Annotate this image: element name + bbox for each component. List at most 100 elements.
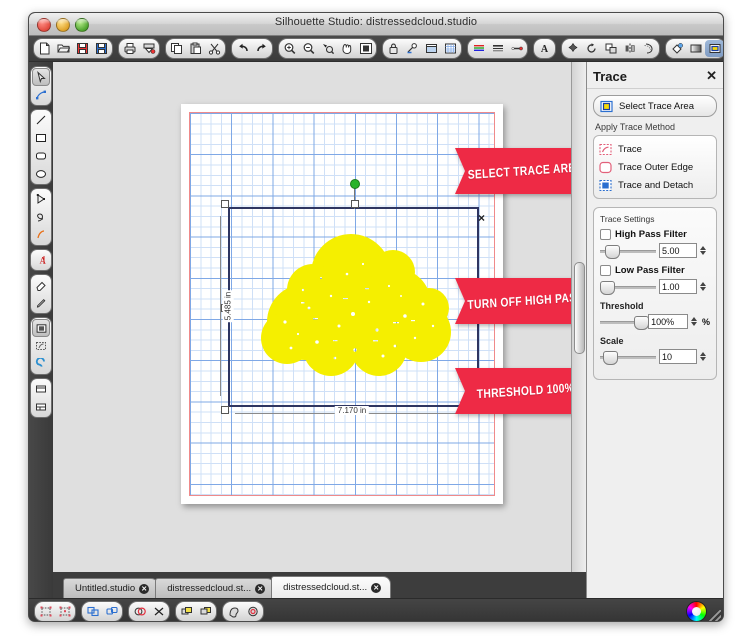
rotate-icon[interactable] — [582, 40, 601, 57]
high-pass-filter-control[interactable]: 5.00 — [600, 243, 710, 259]
trace-tool-icon[interactable] — [32, 337, 50, 355]
line-color-icon[interactable] — [469, 40, 488, 57]
line-thickness-icon[interactable] — [507, 40, 526, 57]
freehand-tool-icon[interactable] — [32, 226, 50, 244]
knife-tool-icon[interactable] — [32, 294, 50, 312]
scale-slider[interactable] — [600, 350, 656, 365]
redo-arrow-icon[interactable] — [252, 40, 271, 57]
edit-points-icon[interactable] — [32, 86, 50, 104]
fill-shape-icon[interactable] — [224, 603, 243, 620]
grid-settings-icon[interactable] — [441, 40, 460, 57]
selection-bounding-box[interactable]: × — [221, 179, 485, 414]
offset-tool-icon[interactable] — [32, 319, 50, 337]
text-style-icon[interactable]: A — [535, 40, 554, 57]
select-arrow-icon[interactable] — [32, 68, 50, 86]
eraser-tool-icon[interactable] — [32, 276, 50, 294]
paste-icon[interactable] — [186, 40, 205, 57]
mirror-icon[interactable] — [620, 40, 639, 57]
rotate-handle[interactable] — [349, 179, 360, 189]
high-pass-filter-slider[interactable] — [600, 244, 656, 259]
align-icon[interactable] — [601, 40, 620, 57]
bring-forward-icon[interactable] — [177, 603, 196, 620]
ellipse-tool-icon[interactable] — [32, 165, 50, 183]
low-pass-filter-slider[interactable] — [600, 280, 656, 295]
rounded-rect-tool-icon[interactable] — [32, 147, 50, 165]
high-pass-filter-value[interactable]: 5.00 — [659, 243, 697, 258]
lock-icon[interactable] — [384, 40, 403, 57]
trace-method-trace[interactable]: Trace — [599, 140, 711, 158]
ungroup-icon[interactable] — [55, 603, 74, 620]
resize-handle-tc[interactable] — [350, 200, 359, 208]
polygon-tool-icon[interactable] — [32, 190, 50, 208]
high-pass-filter-checkbox[interactable] — [600, 229, 611, 240]
threshold-slider[interactable] — [600, 315, 649, 330]
new-document-icon[interactable] — [35, 40, 54, 57]
cut-page-icon[interactable] — [139, 40, 158, 57]
release-compound-path-icon[interactable] — [102, 603, 121, 620]
resize-handle-bl[interactable] — [221, 406, 229, 414]
cut-settings-icon[interactable] — [403, 40, 422, 57]
gradient-fill-icon[interactable] — [686, 40, 705, 57]
scale-stepper[interactable] — [700, 352, 706, 361]
low-pass-filter-stepper[interactable] — [700, 282, 706, 291]
offset-icon[interactable] — [639, 40, 658, 57]
document-tab-distressedcloud-1[interactable]: distressedcloud.st... ✕ — [155, 578, 276, 598]
make-compound-path-icon[interactable] — [83, 603, 102, 620]
close-panel-icon[interactable]: ✕ — [706, 68, 717, 84]
close-tab-icon[interactable]: ✕ — [139, 583, 150, 594]
subtract-icon[interactable] — [149, 603, 168, 620]
page-tool-icon[interactable] — [32, 380, 50, 398]
layers-tool-icon[interactable] — [32, 398, 50, 416]
weld-icon[interactable] — [130, 603, 149, 620]
save-disk-icon[interactable] — [73, 40, 92, 57]
trace-method-detach[interactable]: Trace and Detach — [599, 176, 711, 194]
deselect-marker[interactable]: × — [478, 211, 485, 225]
text-tool-icon[interactable]: A — [32, 251, 50, 269]
scale-value[interactable]: 10 — [659, 349, 697, 364]
close-tab-icon[interactable]: ✕ — [255, 583, 266, 594]
threshold-value[interactable]: 100% — [648, 314, 688, 329]
zoom-out-icon[interactable] — [299, 40, 318, 57]
line-style-icon[interactable] — [488, 40, 507, 57]
rectangle-tool-icon[interactable] — [32, 129, 50, 147]
fit-page-icon[interactable] — [356, 40, 375, 57]
scrollbar-thumb[interactable] — [574, 262, 585, 354]
group-icon[interactable] — [36, 603, 55, 620]
sketch-tool-icon[interactable] — [32, 355, 50, 373]
line-tool-icon[interactable] — [32, 111, 50, 129]
high-pass-filter-row[interactable]: High Pass Filter — [600, 229, 710, 240]
low-pass-filter-value[interactable]: 1.00 — [659, 279, 697, 294]
resize-handle-tl[interactable] — [221, 200, 229, 208]
open-folder-icon[interactable] — [54, 40, 73, 57]
color-wheel-icon[interactable] — [686, 601, 707, 621]
trace-method-outer-edge[interactable]: Trace Outer Edge — [599, 158, 711, 176]
zoom-in-icon[interactable] — [280, 40, 299, 57]
high-pass-filter-stepper[interactable] — [700, 246, 706, 255]
canvas-vertical-scrollbar[interactable] — [571, 62, 586, 598]
printer-icon[interactable] — [120, 40, 139, 57]
low-pass-filter-control[interactable]: 1.00 — [600, 279, 710, 295]
scissors-icon[interactable] — [205, 40, 224, 57]
curve-tool-icon[interactable] — [32, 208, 50, 226]
close-tab-icon[interactable]: ✕ — [371, 582, 382, 593]
pattern-fill-icon[interactable] — [705, 40, 723, 57]
document-tab-distressedcloud-2[interactable]: distressedcloud.st... ✕ — [271, 576, 392, 598]
canvas-area[interactable]: × 5.485 in 7.170 in SELECT TRACE AREA TU… — [53, 62, 586, 598]
save-as-icon[interactable] — [92, 40, 111, 57]
cut-style-icon[interactable] — [243, 603, 262, 620]
threshold-stepper[interactable] — [690, 317, 697, 326]
low-pass-filter-checkbox[interactable] — [600, 265, 611, 276]
page-setup-icon[interactable] — [422, 40, 441, 57]
zoom-selection-icon[interactable] — [318, 40, 337, 57]
pan-hand-icon[interactable] — [337, 40, 356, 57]
undo-arrow-icon[interactable] — [233, 40, 252, 57]
send-backward-icon[interactable] — [196, 603, 215, 620]
resize-grip[interactable] — [709, 610, 721, 621]
transform-icon[interactable] — [563, 40, 582, 57]
fill-color-icon[interactable] — [667, 40, 686, 57]
scale-control[interactable]: 10 — [600, 349, 710, 365]
threshold-control[interactable]: 100% % — [600, 314, 710, 330]
select-trace-area-button[interactable]: Select Trace Area — [593, 95, 717, 117]
copy-icon[interactable] — [167, 40, 186, 57]
low-pass-filter-row[interactable]: Low Pass Filter — [600, 265, 710, 276]
